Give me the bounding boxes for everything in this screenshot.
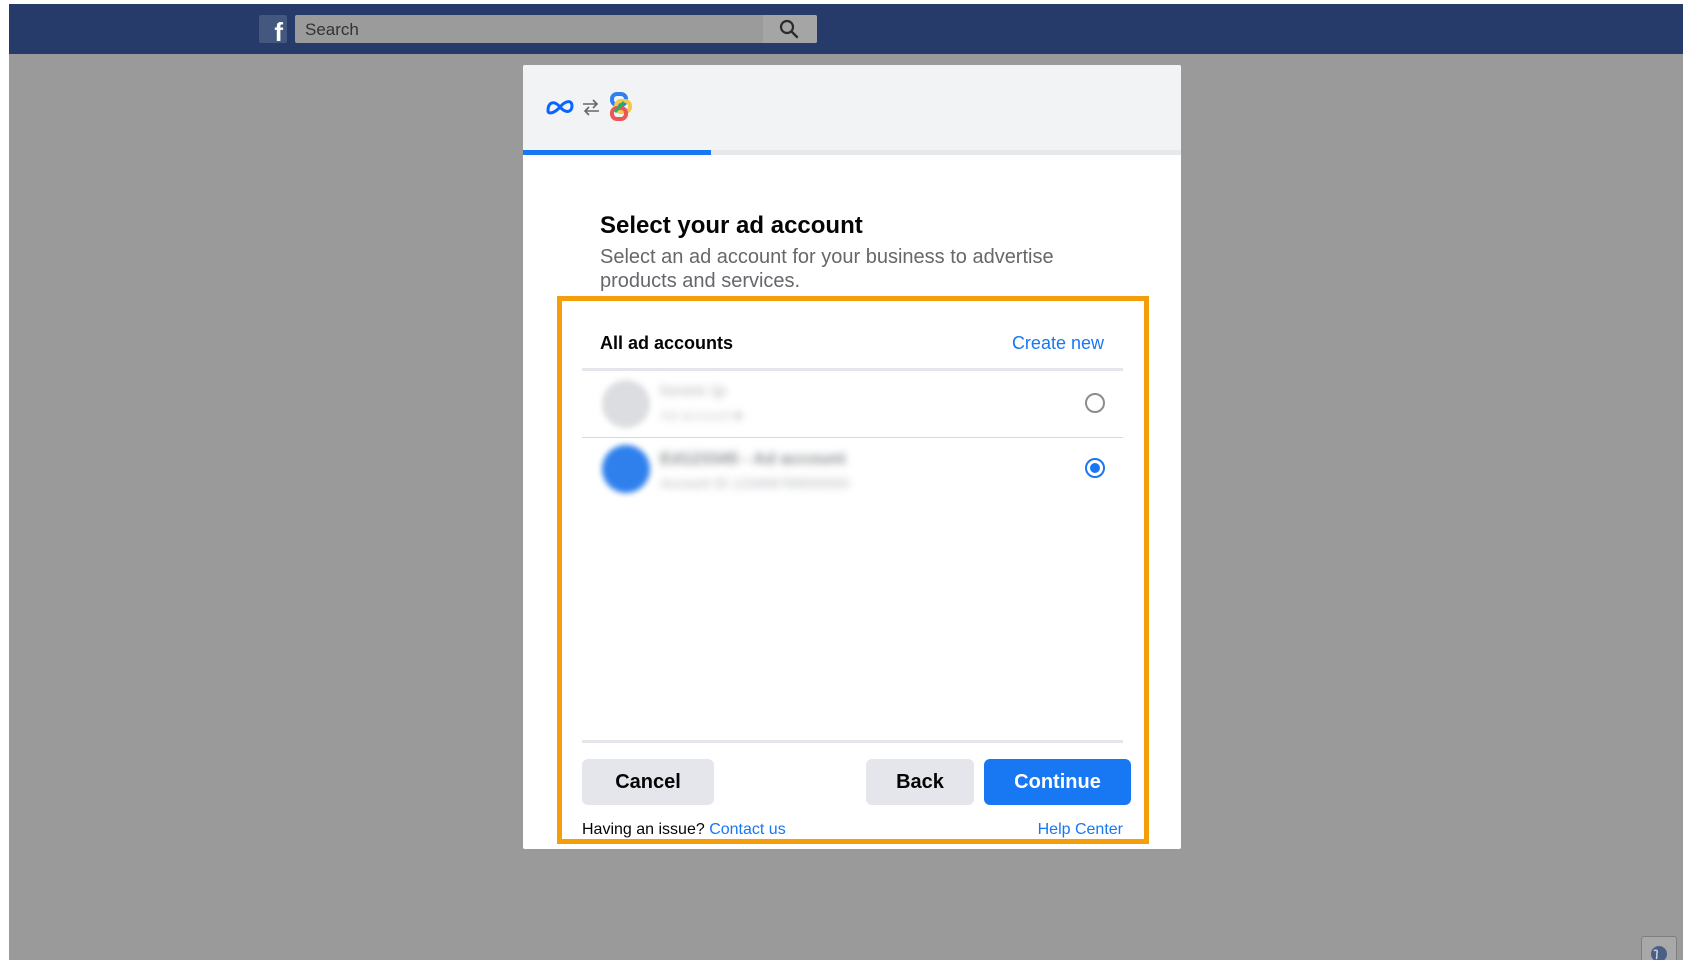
facebook-topbar: f Search bbox=[9, 4, 1683, 54]
language-button[interactable] bbox=[1641, 936, 1677, 960]
ad-account-dialog: Select your ad account Select an ad acco… bbox=[523, 65, 1181, 849]
progress-fill bbox=[523, 150, 711, 155]
browser-page: f Search Select your ad account Select a… bbox=[9, 4, 1683, 960]
dialog-title: Select your ad account bbox=[600, 212, 863, 239]
search-placeholder: Search bbox=[305, 20, 359, 39]
globe-icon bbox=[1651, 946, 1667, 960]
progress-bar bbox=[523, 150, 1181, 155]
search-button[interactable] bbox=[763, 15, 817, 43]
dialog-header bbox=[523, 65, 1181, 151]
search-input[interactable]: Search bbox=[295, 15, 817, 43]
dialog-subtitle: Select an ad account for your business t… bbox=[600, 246, 1054, 292]
facebook-logo-icon[interactable]: f bbox=[259, 15, 287, 43]
search-icon bbox=[779, 19, 799, 39]
meta-logo-icon bbox=[546, 100, 574, 115]
highlight-box bbox=[557, 296, 1149, 844]
app-logo-icon bbox=[610, 92, 632, 121]
swap-arrows-icon bbox=[583, 99, 599, 116]
